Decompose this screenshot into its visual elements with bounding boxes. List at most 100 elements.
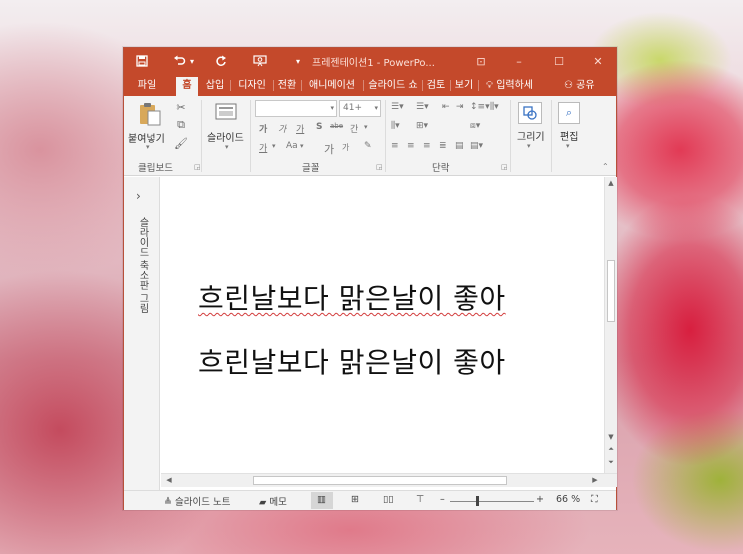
- bullets-icon[interactable]: ☰▾: [391, 102, 404, 112]
- italic-button[interactable]: 가: [278, 122, 286, 135]
- tab-review[interactable]: 검토: [424, 77, 448, 96]
- minimize-button[interactable]: –: [508, 52, 530, 70]
- new-slide-button[interactable]: 슬라이드: [207, 129, 244, 144]
- align-right-icon[interactable]: ≡: [423, 141, 431, 151]
- align-center-icon[interactable]: ≡: [407, 141, 415, 151]
- bold-button[interactable]: 가: [259, 122, 267, 135]
- decrease-font-button[interactable]: 가: [342, 142, 349, 153]
- font-color-dropdown-icon[interactable]: ▾: [272, 142, 276, 150]
- thumbnails-pane[interactable]: › 슬라이드 축소판 그림: [124, 177, 160, 490]
- cut-icon[interactable]: ✂: [174, 100, 188, 114]
- scroll-left-icon[interactable]: ◀: [163, 476, 175, 484]
- character-spacing-dropdown-icon[interactable]: ▾: [364, 123, 368, 131]
- drawing-dropdown-icon[interactable]: ▾: [527, 142, 531, 150]
- format-painter-icon[interactable]: 🖌︎: [174, 136, 188, 150]
- collapse-ribbon-icon[interactable]: ⌃: [602, 162, 609, 171]
- undo-icon[interactable]: [172, 52, 186, 70]
- new-slide-dropdown-icon[interactable]: ▾: [225, 143, 229, 151]
- columns-dropdown-icon[interactable]: ▤▾: [470, 141, 483, 151]
- change-case-dropdown-icon[interactable]: ▾: [300, 142, 304, 150]
- search-icon[interactable]: ⌕: [558, 102, 580, 124]
- tab-slideshow[interactable]: 슬라이드 쇼: [365, 77, 421, 96]
- normal-view-icon[interactable]: ▥: [317, 494, 326, 505]
- vertical-scroll-thumb[interactable]: [607, 260, 615, 322]
- tab-file[interactable]: 파일: [134, 77, 160, 96]
- tab-design[interactable]: 디자인: [232, 77, 272, 96]
- close-button[interactable]: ✕: [587, 52, 609, 70]
- share-button[interactable]: ⚇ 공유: [564, 77, 608, 96]
- present-from-start-icon[interactable]: [252, 52, 268, 70]
- tell-me-box[interactable]: 💡︎ 입력하세: [486, 77, 550, 96]
- increase-indent-icon[interactable]: ⇥: [456, 102, 464, 112]
- strikethrough-button[interactable]: abe: [330, 122, 343, 130]
- shadow-button[interactable]: S: [316, 122, 322, 132]
- next-slide-icon[interactable]: ⏷: [605, 458, 617, 467]
- align-text-icon[interactable]: ⊞▾: [416, 121, 428, 131]
- line-spacing-icon[interactable]: ↕≡▾: [470, 102, 490, 112]
- powerpoint-window: ▾ ▾ 프레젠테이션1 - PowerPo... ⊡ – ☐ ✕ 파일 홈 삽입…: [123, 47, 617, 510]
- zoom-slider-thumb[interactable]: [476, 496, 479, 506]
- justify-icon[interactable]: ≣: [439, 141, 447, 151]
- tab-home[interactable]: 홈: [176, 77, 198, 96]
- font-group-label: 글꼴: [302, 163, 320, 174]
- expand-thumbnails-icon[interactable]: ›: [136, 189, 141, 203]
- editing-button[interactable]: 편집: [560, 128, 578, 143]
- change-case-button[interactable]: Aa: [286, 141, 298, 151]
- undo-dropdown-icon[interactable]: ▾: [188, 52, 196, 70]
- thumbnails-label: 슬라이드 축소판 그림: [137, 217, 148, 314]
- text-direction-icon[interactable]: ⫼▾: [490, 102, 499, 112]
- numbering-icon[interactable]: ☰▾: [416, 102, 429, 112]
- slide-text-line-2[interactable]: 흐린날보다 맑은날이 좋아: [198, 341, 506, 381]
- tab-insert[interactable]: 삽입: [202, 77, 228, 96]
- new-slide-icon[interactable]: [214, 102, 238, 124]
- scroll-up-icon[interactable]: ▲: [605, 179, 617, 187]
- redo-icon[interactable]: [214, 52, 228, 70]
- decrease-indent-icon[interactable]: ⇤: [442, 102, 450, 112]
- horizontal-scroll-thumb[interactable]: [253, 476, 507, 485]
- font-name-box[interactable]: ▾: [255, 100, 337, 117]
- paste-icon[interactable]: [138, 102, 162, 126]
- distributed-icon[interactable]: ▤: [455, 141, 464, 151]
- align-left-icon[interactable]: ≡: [391, 141, 399, 151]
- paragraph-launcher-icon[interactable]: ◲: [501, 163, 508, 171]
- tab-animations[interactable]: 애니메이션: [303, 77, 361, 96]
- reading-view-icon[interactable]: ▯▯: [383, 494, 393, 505]
- ribbon-display-options-icon[interactable]: ⊡: [470, 52, 492, 70]
- clipboard-launcher-icon[interactable]: ◲: [194, 163, 201, 171]
- fit-slide-icon[interactable]: ⛶: [591, 494, 598, 505]
- scroll-right-icon[interactable]: ▶: [589, 476, 601, 484]
- drawing-icon[interactable]: [518, 102, 542, 124]
- tab-transitions[interactable]: 전환: [275, 77, 299, 96]
- font-size-box[interactable]: 41+ ▾: [339, 100, 381, 117]
- paste-dropdown-icon[interactable]: ▾: [146, 143, 150, 151]
- zoom-in-button[interactable]: +: [536, 494, 544, 505]
- slide-text-line-1[interactable]: 흐린날보다 맑은날이 좋아: [198, 277, 506, 317]
- customize-toolbar-icon[interactable]: ▾: [294, 52, 302, 70]
- maximize-button[interactable]: ☐: [548, 52, 570, 70]
- scroll-down-icon[interactable]: ▼: [605, 433, 617, 441]
- zoom-out-button[interactable]: –: [440, 494, 445, 505]
- font-launcher-icon[interactable]: ◲: [376, 163, 383, 171]
- save-icon[interactable]: [134, 52, 150, 70]
- notes-button[interactable]: ≜ 슬라이드 노트: [164, 494, 230, 508]
- comments-button[interactable]: ▰ 메모: [259, 494, 287, 508]
- character-spacing-button[interactable]: 간: [350, 122, 358, 135]
- smartart-icon[interactable]: ⧈▾: [470, 121, 480, 131]
- previous-slide-icon[interactable]: ⏶: [605, 445, 617, 454]
- zoom-slider-track[interactable]: [450, 501, 534, 502]
- copy-icon[interactable]: ⧉: [174, 118, 188, 132]
- increase-font-button[interactable]: 가: [324, 141, 334, 157]
- font-color-button[interactable]: 가: [259, 141, 267, 154]
- horizontal-scrollbar[interactable]: ◀ ▶: [161, 473, 617, 487]
- clear-formatting-icon[interactable]: ✎: [364, 141, 372, 151]
- editing-dropdown-icon[interactable]: ▾: [566, 142, 570, 150]
- tab-view[interactable]: 보기: [452, 77, 476, 96]
- vertical-scrollbar[interactable]: ▲ ▼ ⏶ ⏷: [604, 177, 617, 473]
- slide-sorter-icon[interactable]: ⊞: [351, 494, 359, 505]
- slide-edit-area[interactable]: 흐린날보다 맑은날이 좋아 흐린날보다 맑은날이 좋아: [161, 177, 604, 473]
- underline-button[interactable]: 가: [296, 122, 304, 135]
- zoom-level[interactable]: 66 %: [556, 494, 580, 505]
- drawing-button[interactable]: 그리기: [517, 128, 545, 143]
- columns-icon[interactable]: ⫼▾: [391, 121, 400, 131]
- slideshow-view-icon[interactable]: ⊤: [416, 494, 424, 505]
